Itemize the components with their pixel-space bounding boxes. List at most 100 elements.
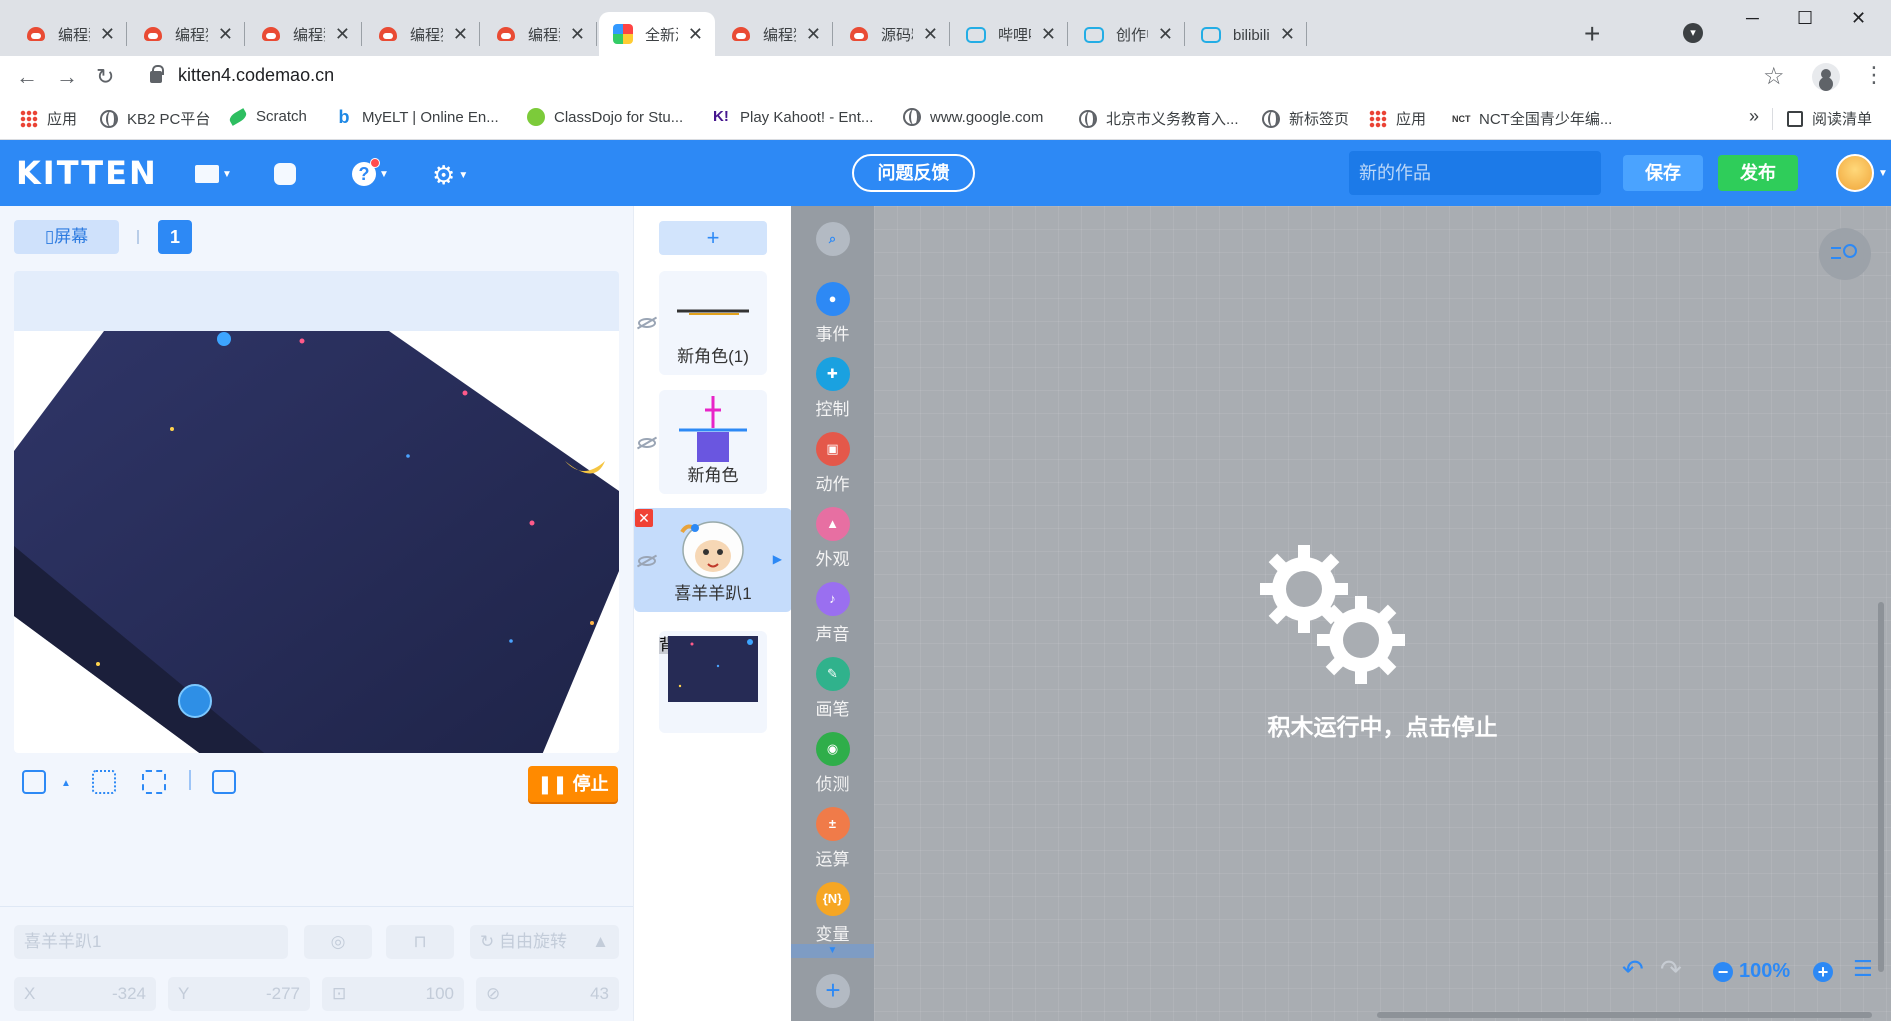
back-icon[interactable]: ← [16,64,38,90]
bookmark-item[interactable]: 北京市义务教育入... [1079,108,1239,129]
stage-size-icon[interactable] [22,770,46,794]
close-tab-icon[interactable]: ✕ [688,24,703,45]
sprite-item-selected[interactable]: ✕ ▶ 喜羊羊趴1 [634,508,792,612]
horizontal-scrollbar[interactable] [1377,1012,1872,1018]
bookmark-item[interactable]: ClassDojo for Stu... [527,108,683,126]
fullscreen-icon[interactable] [142,770,166,794]
add-extension-button[interactable]: + [816,974,850,1008]
align-blocks-icon[interactable]: ☰ [1853,956,1873,982]
new-tab-button[interactable]: + [1584,18,1600,50]
browser-tab[interactable]: 创作中心 ✕ [1070,12,1185,56]
scroll-down-icon[interactable]: ▼ [791,944,874,958]
chevron-up-icon[interactable]: ▲ [61,778,71,789]
screen-button[interactable]: ▯屏幕 [14,220,119,254]
bookmark-item[interactable]: b MyELT | Online En... [335,108,499,126]
stop-button[interactable]: ❚❚ 停止 [528,766,618,802]
backpack-button[interactable] [274,160,296,186]
vertical-scrollbar[interactable] [1878,602,1884,972]
lock-toggle[interactable]: ⊓ [386,925,454,959]
sprite-name-input[interactable]: 喜羊羊趴1 [14,925,288,959]
close-tab-icon[interactable]: ✕ [453,24,468,45]
browser-tab[interactable]: 编程猫社 ✕ [364,12,480,56]
profile-avatar-icon[interactable] [1812,63,1840,91]
block-category[interactable]: ✎ 画笔 [791,657,874,720]
forward-icon[interactable]: → [56,64,78,90]
help-menu[interactable]: ? ▼ [352,158,389,187]
browser-tab[interactable]: 编程猫社 ✕ [247,12,362,56]
block-category[interactable]: ◉ 侦测 [791,732,874,795]
block-category[interactable]: ♪ 声音 [791,582,874,645]
bookmark-item[interactable]: www.google.com [903,108,1043,126]
browser-tab[interactable]: bilibili云 ✕ [1187,12,1307,56]
block-category[interactable]: {N} 变量 [791,882,874,945]
screen-number-tab[interactable]: 1 [158,220,192,254]
browser-tab[interactable]: 编程猫社 ✕ [717,12,833,56]
block-category[interactable]: ▲ 外观 [791,507,874,570]
bookmark-item[interactable]: 应用 [1369,108,1426,129]
maximize-window-icon[interactable]: ☐ [1797,8,1813,29]
browser-tab[interactable]: 源码精灵 ✕ [835,12,950,56]
close-tab-icon[interactable]: ✕ [335,24,350,45]
sprite-item[interactable]: 新角色 [659,390,767,494]
browser-tab[interactable]: 编程猫社 ✕ [12,12,127,56]
close-window-icon[interactable]: ✕ [1851,8,1866,29]
bookmark-item[interactable]: KB2 PC平台 [100,108,210,129]
bookmark-star-icon[interactable]: ☆ [1763,62,1785,91]
reload-icon[interactable]: ↻ [96,64,114,90]
close-tab-icon[interactable]: ✕ [100,24,115,45]
user-avatar[interactable] [1836,154,1874,192]
browser-tab[interactable]: 哔哩哔哩 ✕ [952,12,1068,56]
delete-sprite-icon[interactable]: ✕ [635,509,653,527]
size-field[interactable]: ⊡ 100 [322,977,464,1011]
background-item[interactable]: 背景 [659,631,767,733]
eye-hidden-icon[interactable] [638,556,656,566]
browser-menu-icon[interactable]: ⋮ [1863,62,1885,88]
tab-search-icon[interactable]: ▾ [1683,23,1703,43]
code-workspace[interactable]: 积木运行中，点击停止 ↶ ↷ − 100% + ☰ [874,206,1891,1021]
visibility-toggle[interactable]: ◎ [304,925,372,959]
workspace-search-button[interactable] [1819,228,1871,280]
file-menu[interactable]: ▼ [195,160,232,186]
bookmark-item[interactable]: 新标签页 [1262,108,1349,129]
chevron-down-icon[interactable]: ▼ [1878,168,1888,179]
direction-field[interactable]: ⊘ 43 [476,977,619,1011]
bookmark-item[interactable]: K! Play Kahoot! - Ent... [713,108,873,126]
close-tab-icon[interactable]: ✕ [1041,24,1056,45]
block-search-button[interactable]: ⌕ [791,222,874,256]
publish-button[interactable]: 发布 [1718,155,1798,191]
bookmark-item[interactable]: NCT NCT全国青少年编... [1452,108,1612,129]
block-category[interactable]: ● 事件 [791,282,874,345]
browser-tab-active[interactable]: 全新源码 ✕ [599,12,715,56]
eye-hidden-icon[interactable] [638,318,656,328]
close-tab-icon[interactable]: ✕ [570,24,585,45]
chevron-right-icon[interactable]: ▶ [773,552,782,566]
work-name-input[interactable]: 新的作品 [1349,151,1601,195]
settings-menu[interactable]: ⚙ ▼ [432,160,468,191]
zoom-in-button[interactable]: + [1813,962,1833,982]
close-tab-icon[interactable]: ✕ [1158,24,1173,45]
close-tab-icon[interactable]: ✕ [1280,24,1295,45]
running-gears-icon[interactable] [1259,544,1409,694]
rotation-mode-select[interactable]: ↻ 自由旋转 ▲ [470,925,619,959]
stage-canvas[interactable] [14,331,619,753]
block-category[interactable]: ✚ 控制 [791,357,874,420]
feedback-button[interactable]: 问题反馈 [852,154,975,192]
y-position-field[interactable]: Y -277 [168,977,310,1011]
close-tab-icon[interactable]: ✕ [923,24,938,45]
close-tab-icon[interactable]: ✕ [218,24,233,45]
minimize-window-icon[interactable]: ─ [1746,8,1759,29]
reading-list-button[interactable]: 阅读清单 [1787,108,1872,129]
x-position-field[interactable]: X -324 [14,977,156,1011]
lock-icon[interactable] [150,65,164,83]
browser-tab[interactable]: 编程猫社 ✕ [482,12,597,56]
running-message[interactable]: 积木运行中，点击停止 [874,708,1891,742]
undo-icon[interactable]: ↶ [1622,954,1644,985]
eye-hidden-icon[interactable] [638,438,656,448]
close-tab-icon[interactable]: ✕ [806,24,821,45]
block-category[interactable]: ± 运算 [791,807,874,870]
redo-icon[interactable]: ↷ [1660,954,1682,985]
address-bar[interactable]: kitten4.codemao.cn [178,65,334,86]
bookmark-item[interactable]: Scratch [227,107,307,126]
block-category[interactable]: ▣ 动作 [791,432,874,495]
more-bookmarks-button[interactable]: » [1749,106,1759,127]
